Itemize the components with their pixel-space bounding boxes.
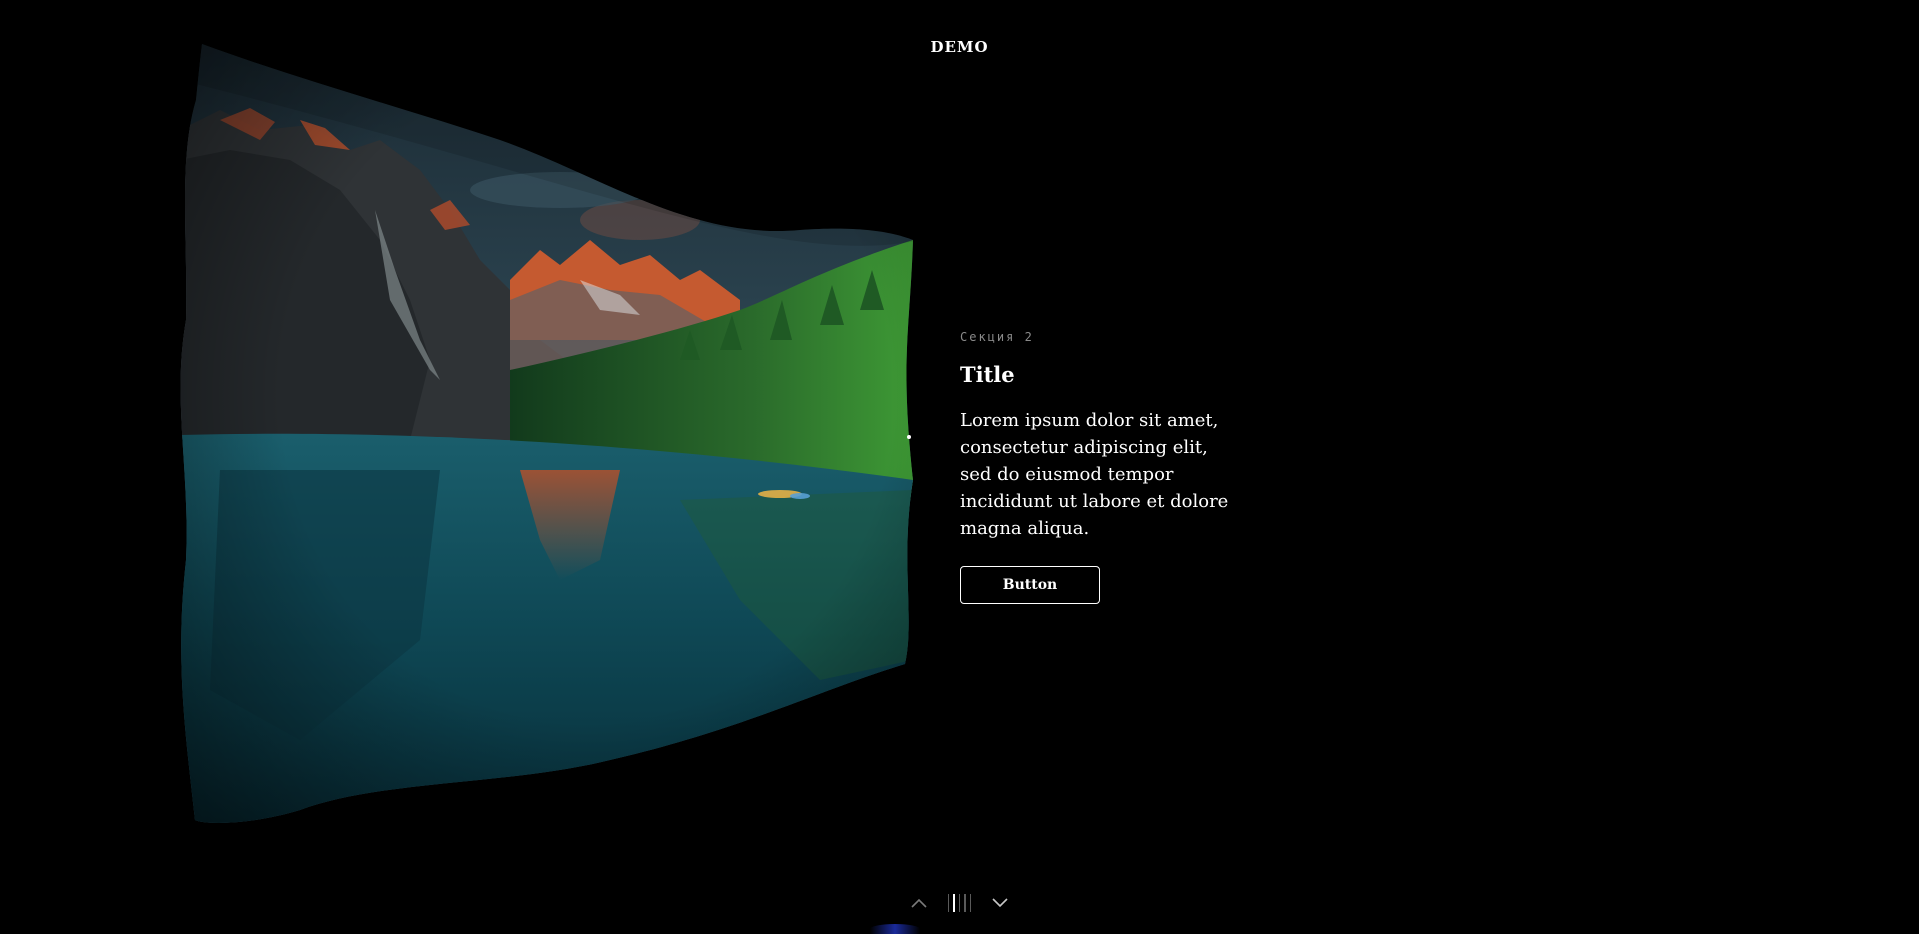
page: DEMO Секция 2 Title Lorem ipsum dolor si… <box>0 0 1919 934</box>
page-indicator-tick-active[interactable] <box>953 894 955 912</box>
chevron-down-icon[interactable] <box>989 892 1011 914</box>
page-indicator <box>947 893 972 913</box>
page-indicator-tick[interactable] <box>964 894 966 912</box>
section-body: Lorem ipsum dolor sit amet, consectetur … <box>960 410 1229 539</box>
next-slide-peek <box>870 924 920 934</box>
section-title: Title <box>960 362 1015 387</box>
chevron-up-icon[interactable] <box>908 892 930 914</box>
page-indicator-tick[interactable] <box>969 894 972 912</box>
page-indicator-tick[interactable] <box>958 894 961 912</box>
primary-button[interactable]: Button <box>960 566 1100 604</box>
slide-navigation <box>0 892 1919 914</box>
hero-image-flag <box>180 40 920 830</box>
cursor-dot <box>907 435 911 439</box>
section-content: Секция 2 Title Lorem ipsum dolor sit ame… <box>960 330 1230 604</box>
page-indicator-tick[interactable] <box>947 894 950 912</box>
landscape-image <box>180 44 913 823</box>
section-label: Секция 2 <box>960 330 1034 344</box>
